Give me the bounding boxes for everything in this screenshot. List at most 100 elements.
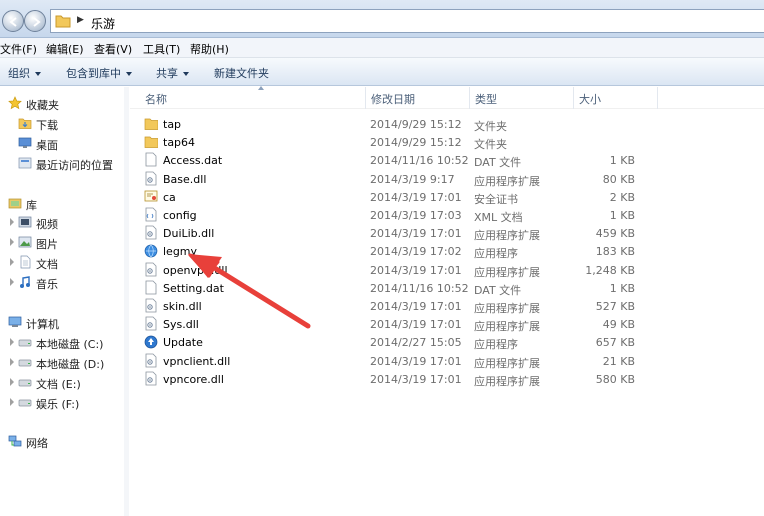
file-modified-date: 2014/11/16 10:52 xyxy=(370,281,469,295)
file-name: Base.dll xyxy=(163,172,207,186)
share-label: 共享 xyxy=(156,67,178,80)
include-library-label: 包含到库中 xyxy=(66,67,121,80)
file-modified-date: 2014/3/19 17:02 xyxy=(370,245,462,259)
file-type: 应用程序扩展 xyxy=(474,374,540,388)
expand-arrow-icon[interactable] xyxy=(10,358,14,366)
file-row[interactable]: vpncore.dll 2014/3/19 17:01 应用程序扩展 580 KB xyxy=(130,370,764,388)
file-row[interactable]: Sys.dll 2014/3/19 17:01 应用程序扩展 49 KB xyxy=(130,315,764,333)
file-row[interactable]: DuiLib.dll 2014/3/19 17:01 应用程序扩展 459 KB xyxy=(130,224,764,242)
file-row[interactable]: ca 2014/3/19 17:01 安全证书 2 KB xyxy=(130,188,764,206)
certificate-icon xyxy=(144,190,158,202)
dll-icon xyxy=(145,298,157,313)
file-name: tap xyxy=(163,118,182,131)
menu-view[interactable]: 查看(V) xyxy=(94,41,132,57)
file-row[interactable]: tap 2014/9/29 15:12 文件夹 xyxy=(130,115,764,133)
folder-icon xyxy=(144,136,158,149)
menu-edit[interactable]: 编辑(E) xyxy=(46,41,84,57)
navigation-pane-scrollbar[interactable] xyxy=(124,87,129,516)
expand-arrow-icon[interactable] xyxy=(10,238,14,246)
file-name: tap64 xyxy=(163,136,196,150)
dll-icon xyxy=(145,225,157,240)
dll-icon xyxy=(145,262,157,276)
file-type: 安全证书 xyxy=(474,192,518,206)
forward-button[interactable] xyxy=(24,10,46,32)
file-type: 应用程序扩展 xyxy=(474,302,540,315)
dll-icon xyxy=(145,316,157,331)
file-type: 应用程序 xyxy=(474,338,518,352)
folder-icon xyxy=(55,15,71,28)
file-modified-date: 2014/3/19 17:01 xyxy=(370,372,462,386)
recent-places-icon xyxy=(18,157,32,169)
file-type: DAT 文件 xyxy=(474,283,522,297)
file-name: Sys.dll xyxy=(163,318,199,332)
column-header-date[interactable]: 修改日期 xyxy=(366,87,470,109)
chevron-down-icon xyxy=(35,72,41,76)
file-size: 1 KB xyxy=(609,281,635,295)
file-size: 459 KB xyxy=(595,227,635,241)
expand-arrow-icon[interactable] xyxy=(10,258,14,266)
file-modified-date: 2014/9/29 15:12 xyxy=(370,118,462,131)
file-name: Update xyxy=(163,336,203,350)
column-header-name[interactable]: 名称 xyxy=(140,86,366,109)
app-globe-icon xyxy=(144,245,158,258)
file-size: 1 KB xyxy=(609,154,635,168)
file-name: openvpn.dll xyxy=(163,263,228,277)
expand-arrow-icon[interactable] xyxy=(10,218,14,226)
file-row[interactable]: tap64 2014/9/29 15:12 文件夹 xyxy=(130,133,764,151)
back-button[interactable] xyxy=(2,10,24,32)
column-header-size[interactable]: 大小 xyxy=(574,87,658,109)
file-modified-date: 2014/11/16 10:52 xyxy=(370,154,469,168)
file-name: vpncore.dll xyxy=(163,372,224,386)
file-row[interactable]: Setting.dat 2014/11/16 10:52 DAT 文件 1 KB xyxy=(130,279,764,297)
file-name: config xyxy=(163,209,197,222)
xml-icon xyxy=(145,207,157,222)
expand-arrow-icon[interactable] xyxy=(10,398,14,406)
file-size: 1 KB xyxy=(609,209,635,222)
address-bar[interactable]: ▶ 乐游 xyxy=(50,9,764,33)
menu-bar: 文件(F) 编辑(E) 查看(V) 工具(T) 帮助(H) xyxy=(0,38,764,58)
file-row[interactable]: Access.dat 2014/11/16 10:52 DAT 文件 1 KB xyxy=(130,151,764,169)
share-button[interactable]: 共享 xyxy=(156,65,189,81)
file-row[interactable]: Base.dll 2014/3/19 9:17 应用程序扩展 80 KB xyxy=(130,170,764,188)
new-folder-button[interactable]: 新建文件夹 xyxy=(214,65,269,81)
file-type: 应用程序扩展 xyxy=(474,229,540,243)
dll-icon xyxy=(145,171,157,185)
menu-help[interactable]: 帮助(H) xyxy=(190,41,229,57)
menu-file[interactable]: 文件(F) xyxy=(0,41,37,57)
file-row[interactable]: legmy 2014/3/19 17:02 应用程序 183 KB xyxy=(130,242,764,260)
column-header-type[interactable]: 类型 xyxy=(470,87,574,109)
file-icon xyxy=(145,280,157,295)
downloads-folder-icon xyxy=(18,118,32,129)
file-modified-date: 2014/3/19 17:01 xyxy=(370,300,462,313)
file-list: 名称 修改日期 类型 大小 tap 2014/9/29 15:12 文件夹 tap64… xyxy=(130,86,764,516)
file-modified-date: 2014/3/19 17:01 xyxy=(370,190,462,204)
menu-tools[interactable]: 工具(T) xyxy=(143,41,180,57)
file-name: legmy xyxy=(163,245,198,259)
breadcrumb-current-folder[interactable]: 乐游 xyxy=(91,15,115,32)
drive-icon xyxy=(18,399,32,407)
include-in-library-button[interactable]: 包含到库中 xyxy=(66,65,132,81)
file-row[interactable]: openvpn.dll 2014/3/19 17:01 应用程序扩展 1,248 KB xyxy=(130,261,764,279)
folder-icon xyxy=(144,118,158,130)
expand-arrow-icon[interactable] xyxy=(10,378,14,386)
file-name: ca xyxy=(163,190,176,204)
file-row[interactable]: Update 2014/2/27 15:05 应用程序 657 KB xyxy=(130,333,764,351)
file-type: XML 文档 xyxy=(474,211,523,224)
file-row[interactable]: skin.dll 2014/3/19 17:01 应用程序扩展 527 KB xyxy=(130,297,764,315)
desktop-icon xyxy=(18,137,32,148)
file-type: 文件夹 xyxy=(474,120,507,133)
picture-library-icon xyxy=(18,236,32,248)
network-icon xyxy=(8,435,22,447)
file-row[interactable]: vpnclient.dll 2014/3/19 17:01 应用程序扩展 21 KB xyxy=(130,352,764,370)
update-icon xyxy=(144,336,158,349)
file-type: DAT 文件 xyxy=(474,156,522,170)
breadcrumb-separator-icon[interactable]: ▶ xyxy=(77,15,84,25)
file-size: 2 KB xyxy=(609,190,635,204)
organize-button[interactable]: 组织 xyxy=(8,65,41,81)
file-row[interactable]: config 2014/3/19 17:03 XML 文档 1 KB xyxy=(130,206,764,224)
library-icon xyxy=(8,198,22,209)
expand-arrow-icon[interactable] xyxy=(10,278,14,286)
sort-ascending-icon xyxy=(258,86,264,90)
expand-arrow-icon[interactable] xyxy=(10,338,14,346)
file-size: 527 KB xyxy=(595,300,635,313)
